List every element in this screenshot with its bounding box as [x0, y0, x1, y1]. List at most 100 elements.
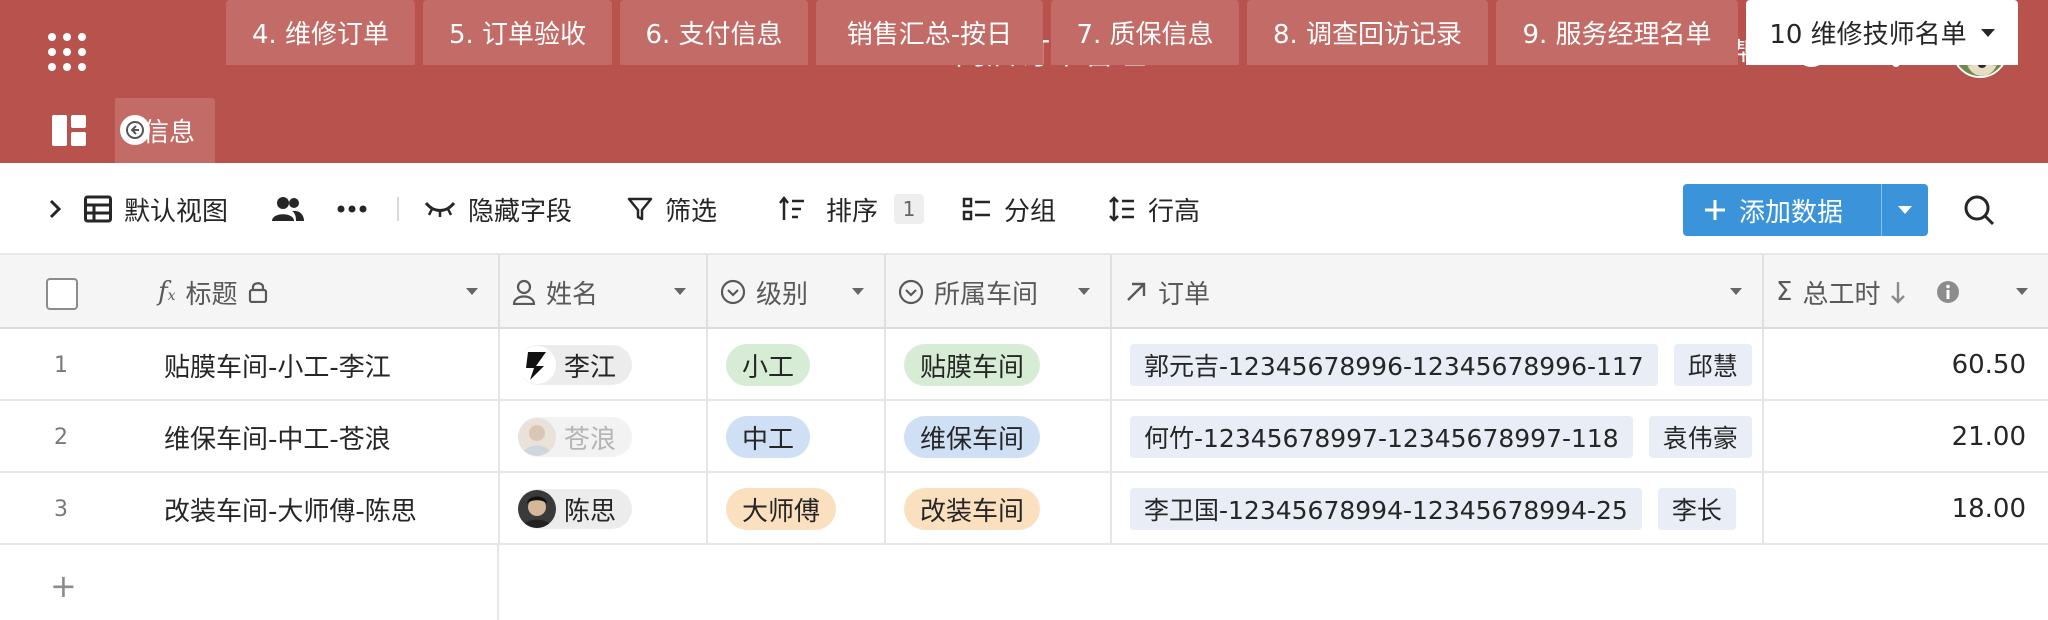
column-header-level[interactable]: 级别 — [708, 255, 886, 329]
name-cell[interactable]: 陈思 — [500, 473, 708, 545]
workshop-pill: 维保车间 — [904, 416, 1041, 458]
name-cell[interactable]: 苍浪 — [500, 401, 708, 473]
tab-service-managers[interactable]: 9. 服务经理名单 — [1496, 0, 1738, 65]
plus-icon — [1705, 200, 1725, 220]
workshop-cell[interactable]: 改装车间 — [886, 473, 1112, 545]
row-height-icon — [1109, 196, 1134, 222]
row-height-label: 行高 — [1148, 196, 1201, 227]
column-divider — [497, 545, 499, 620]
tab-order-acceptance[interactable]: 5. 订单验收 — [423, 0, 612, 65]
tab-daily-sales[interactable]: 销售汇总-按日 — [816, 0, 1043, 65]
title-cell[interactable]: 维保车间-中工-苍浪 — [146, 401, 500, 473]
order-link[interactable]: 李卫国-12345678994-12345678994-25 — [1130, 488, 1642, 530]
order-link[interactable]: 邱慧 — [1673, 344, 1752, 386]
column-header-title[interactable]: fx 标题 — [146, 255, 500, 329]
column-header-order[interactable]: 订单 — [1112, 255, 1764, 329]
avatar — [518, 418, 556, 456]
level-pill: 小工 — [726, 344, 811, 386]
search-icon[interactable] — [1962, 193, 1996, 227]
filter-icon — [627, 197, 653, 221]
add-data-main[interactable]: 添加数据 — [1683, 184, 1881, 236]
name-cell[interactable]: 李江 — [500, 329, 708, 401]
level-cell[interactable]: 大师傅 — [708, 473, 886, 545]
order-cell[interactable]: 何竹-12345678997-12345678997-118 袁伟豪 — [1112, 401, 1764, 473]
hide-fields-label: 隐藏字段 — [468, 196, 573, 227]
row-height-button[interactable]: 行高 — [1108, 163, 1200, 255]
sort-count-badge: 1 — [894, 194, 925, 224]
chevron-down-icon[interactable] — [674, 288, 686, 295]
add-row-button[interactable]: + — [0, 545, 2048, 620]
order-link[interactable]: 郭元吉-12345678996-12345678996-117 — [1130, 344, 1658, 386]
sort-button[interactable]: 排序 1 — [778, 163, 925, 255]
title-cell[interactable]: 改装车间-大师傅-陈思 — [146, 473, 500, 545]
tab-label: 5. 订单验收 — [448, 20, 587, 50]
table-view-icon — [84, 195, 112, 223]
column-header-hours[interactable]: Σ 总工时 — [1764, 255, 2048, 329]
tab-survey-records[interactable]: 8. 调查回访记录 — [1247, 0, 1488, 65]
more-icon — [337, 205, 367, 213]
chevron-down-icon[interactable] — [852, 288, 864, 295]
lock-icon — [248, 282, 267, 303]
title-cell[interactable]: 贴膜车间-小工-李江 — [146, 329, 500, 401]
tab-label: 4. 维修订单 — [251, 20, 390, 50]
tab-warranty-info[interactable]: 7. 质保信息 — [1051, 0, 1239, 65]
more-options-button[interactable] — [337, 163, 367, 255]
order-link[interactable]: 李长 — [1657, 488, 1736, 530]
collaborators-button[interactable] — [272, 163, 304, 255]
table-row[interactable]: 2 维保车间-中工-苍浪 苍浪 中工 维保车间 何竹-12345678997-1… — [0, 401, 2048, 473]
avatar — [518, 346, 556, 384]
order-link[interactable]: 何竹-12345678997-12345678997-118 — [1130, 416, 1633, 458]
data-grid: fx 标题 姓名 级别 所属车间 订单 Σ 总工时 1 贴膜车间-小工-李江 李… — [0, 255, 2048, 620]
column-workshop-label: 所属车间 — [934, 279, 1039, 310]
tab-technicians[interactable]: 10 维修技师名单 — [1746, 0, 2018, 65]
row-number: 1 — [54, 352, 68, 378]
view-selector[interactable]: 默认视图 — [84, 163, 228, 255]
tab-payment-info[interactable]: 6. 支付信息 — [620, 0, 808, 65]
chevron-down-icon[interactable] — [1730, 288, 1742, 295]
group-label: 分组 — [1004, 196, 1057, 227]
hours-cell[interactable]: 60.50 — [1764, 329, 2048, 401]
chevron-down-icon[interactable] — [466, 288, 478, 295]
group-button[interactable]: 分组 — [962, 163, 1056, 255]
tab-label: 8. 调查回访记录 — [1272, 20, 1463, 50]
add-data-dropdown[interactable] — [1881, 184, 1928, 236]
row-number: 2 — [54, 424, 68, 450]
hide-fields-button[interactable]: 隐藏字段 — [424, 163, 572, 255]
hours-cell[interactable]: 18.00 — [1764, 473, 2048, 545]
chevron-down-icon — [1898, 206, 1912, 214]
app-header: $ 门店订单管理 帮助 ? F信息 — [0, 0, 2048, 163]
order-link[interactable]: 袁伟豪 — [1648, 416, 1752, 458]
table-row[interactable]: 3 改装车间-大师傅-陈思 陈思 大师傅 改装车间 李卫国-1234567899… — [0, 473, 2048, 545]
table-row[interactable]: 1 贴膜车间-小工-李江 李江 小工 贴膜车间 郭元吉-12345678996-… — [0, 329, 2048, 401]
layout-icon[interactable] — [52, 115, 86, 146]
level-cell[interactable]: 中工 — [708, 401, 886, 473]
order-cell[interactable]: 郭元吉-12345678996-12345678996-117 邱慧 — [1112, 329, 1764, 401]
expand-sidebar-button[interactable] — [48, 163, 62, 255]
sum-icon: Σ — [1776, 277, 1793, 307]
tab-repair-order[interactable]: 4. 维修订单 — [226, 0, 415, 65]
column-order-label: 订单 — [1158, 279, 1211, 310]
person-tag: 陈思 — [518, 489, 633, 529]
chevron-down-icon[interactable] — [1078, 288, 1090, 295]
filter-button[interactable]: 筛选 — [627, 163, 717, 255]
add-data-button[interactable]: 添加数据 — [1683, 184, 1928, 236]
chevron-down-icon[interactable] — [2016, 288, 2028, 295]
sort-icon — [779, 196, 804, 220]
toolbar-divider — [397, 197, 399, 221]
chevron-down-icon[interactable] — [1980, 28, 1995, 37]
column-header-name[interactable]: 姓名 — [500, 255, 708, 329]
column-header-workshop[interactable]: 所属车间 — [886, 255, 1112, 329]
workshop-cell[interactable]: 维保车间 — [886, 401, 1112, 473]
hours-cell[interactable]: 21.00 — [1764, 401, 2048, 473]
info-icon[interactable] — [1936, 280, 1960, 304]
level-cell[interactable]: 小工 — [708, 329, 886, 401]
person-tag: 李江 — [518, 345, 633, 385]
select-all-checkbox[interactable] — [46, 278, 78, 310]
title-value: 维保车间-中工-苍浪 — [164, 424, 391, 455]
scroll-tabs-left-icon[interactable] — [120, 115, 150, 145]
order-cell[interactable]: 李卫国-12345678994-12345678994-25 李长 — [1112, 473, 1764, 545]
workshop-cell[interactable]: 贴膜车间 — [886, 329, 1112, 401]
filter-label: 筛选 — [665, 196, 718, 227]
level-pill: 大师傅 — [726, 488, 837, 530]
tab-label: 7. 质保信息 — [1076, 20, 1214, 50]
